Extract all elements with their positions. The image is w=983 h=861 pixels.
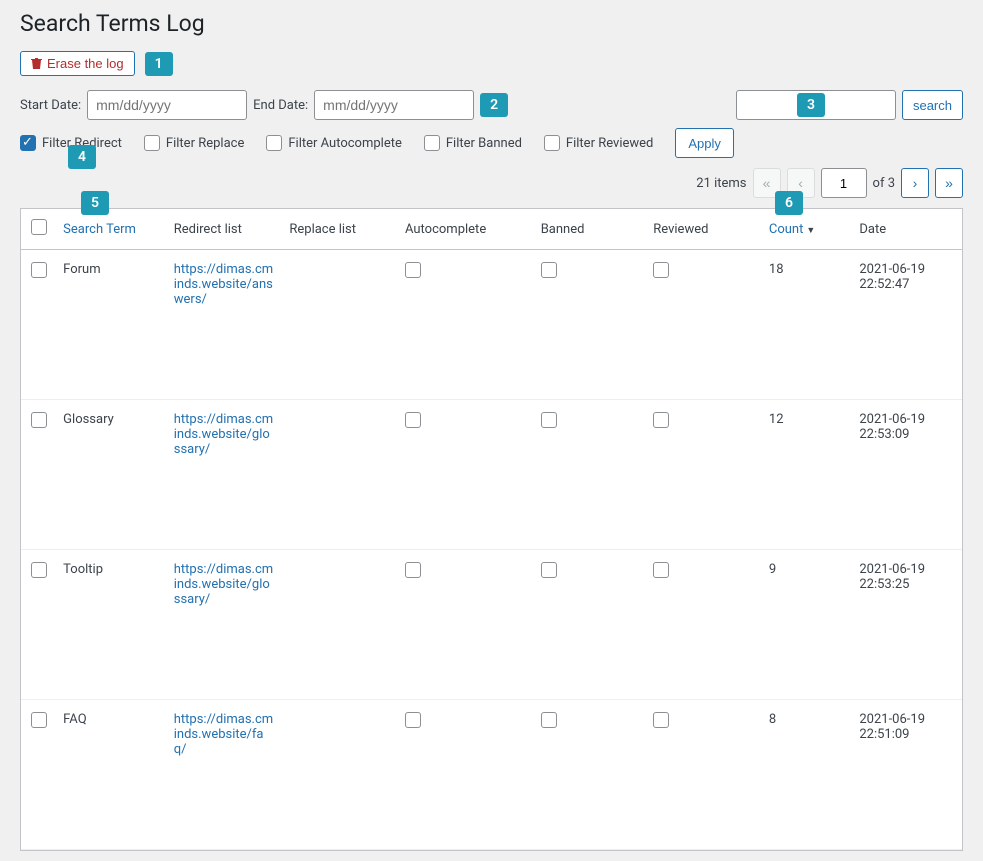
badge-4: 4: [68, 145, 96, 169]
reviewed-checkbox[interactable]: [653, 412, 669, 428]
badge-3: 3: [797, 93, 825, 117]
table-row: Tooltip https://dimas.cminds.website/glo…: [21, 550, 962, 700]
header-reviewed: Reviewed: [645, 209, 761, 250]
badge-1: 1: [145, 52, 173, 76]
reviewed-checkbox[interactable]: [653, 262, 669, 278]
row-checkbox[interactable]: [31, 562, 47, 578]
items-count: 21 items: [696, 176, 746, 191]
cell-replace: [281, 550, 397, 700]
filter-replace-checkbox[interactable]: [144, 135, 160, 151]
cell-redirect: https://dimas.cminds.website/faq/: [166, 700, 282, 850]
cell-reviewed: [645, 400, 761, 550]
page-next-button[interactable]: ›: [901, 168, 929, 198]
cell-redirect: https://dimas.cminds.website/glossary/: [166, 400, 282, 550]
filter-autocomplete-label: Filter Autocomplete: [288, 136, 402, 151]
banned-checkbox[interactable]: [541, 412, 557, 428]
reviewed-checkbox[interactable]: [653, 562, 669, 578]
start-date-input[interactable]: [87, 90, 247, 120]
cell-reviewed: [645, 700, 761, 850]
erase-log-label: Erase the log: [47, 56, 124, 71]
cell-count: 8: [761, 700, 851, 850]
badge-2: 2: [480, 93, 508, 117]
filter-reviewed-label: Filter Reviewed: [566, 136, 653, 151]
row-checkbox[interactable]: [31, 412, 47, 428]
cell-replace: [281, 400, 397, 550]
cell-banned: [533, 250, 646, 400]
header-date: Date: [851, 209, 962, 250]
row-checkbox[interactable]: [31, 262, 47, 278]
search-button[interactable]: search: [902, 90, 963, 120]
autocomplete-checkbox[interactable]: [405, 262, 421, 278]
apply-button[interactable]: Apply: [675, 128, 734, 158]
cell-reviewed: [645, 250, 761, 400]
cell-autocomplete: [397, 400, 533, 550]
badge-6: 6: [775, 191, 803, 215]
header-banned: Banned: [533, 209, 646, 250]
filter-redirect-checkbox[interactable]: [20, 135, 36, 151]
cell-count: 18: [761, 250, 851, 400]
cell-date: 2021-06-19 22:51:09: [851, 700, 962, 850]
cell-reviewed: [645, 550, 761, 700]
filter-banned-checkbox[interactable]: [424, 135, 440, 151]
cell-term: Glossary: [55, 400, 166, 550]
redirect-link[interactable]: https://dimas.cminds.website/answers/: [174, 262, 273, 307]
header-replace: Replace list: [281, 209, 397, 250]
cell-redirect: https://dimas.cminds.website/glossary/: [166, 550, 282, 700]
autocomplete-checkbox[interactable]: [405, 412, 421, 428]
header-redirect: Redirect list: [166, 209, 282, 250]
banned-checkbox[interactable]: [541, 712, 557, 728]
select-all-checkbox[interactable]: [31, 219, 47, 235]
autocomplete-checkbox[interactable]: [405, 562, 421, 578]
banned-checkbox[interactable]: [541, 262, 557, 278]
cell-term: Forum: [55, 250, 166, 400]
cell-replace: [281, 250, 397, 400]
page-title: Search Terms Log: [20, 10, 963, 37]
cell-replace: [281, 700, 397, 850]
end-date-label: End Date:: [253, 98, 308, 113]
table-row: Forum https://dimas.cminds.website/answe…: [21, 250, 962, 400]
page-input[interactable]: [821, 168, 867, 198]
autocomplete-checkbox[interactable]: [405, 712, 421, 728]
header-count[interactable]: Count: [761, 209, 851, 250]
header-autocomplete: Autocomplete: [397, 209, 533, 250]
cell-term: FAQ: [55, 700, 166, 850]
cell-count: 12: [761, 400, 851, 550]
trash-icon: [31, 57, 42, 70]
cell-term: Tooltip: [55, 550, 166, 700]
cell-redirect: https://dimas.cminds.website/answers/: [166, 250, 282, 400]
redirect-link[interactable]: https://dimas.cminds.website/glossary/: [174, 412, 273, 457]
badge-5: 5: [81, 191, 109, 215]
cell-autocomplete: [397, 250, 533, 400]
filter-replace-label: Filter Replace: [166, 136, 244, 151]
erase-log-button[interactable]: Erase the log: [20, 51, 135, 76]
cell-count: 9: [761, 550, 851, 700]
page-last-button[interactable]: »: [935, 168, 963, 198]
row-checkbox[interactable]: [31, 712, 47, 728]
cell-banned: [533, 550, 646, 700]
cell-autocomplete: [397, 700, 533, 850]
redirect-link[interactable]: https://dimas.cminds.website/glossary/: [174, 562, 273, 607]
filter-reviewed-checkbox[interactable]: [544, 135, 560, 151]
page-of-label: of 3: [873, 176, 895, 191]
redirect-link[interactable]: https://dimas.cminds.website/faq/: [174, 712, 273, 757]
reviewed-checkbox[interactable]: [653, 712, 669, 728]
cell-banned: [533, 700, 646, 850]
filter-banned-label: Filter Banned: [446, 136, 522, 151]
end-date-input[interactable]: [314, 90, 474, 120]
cell-banned: [533, 400, 646, 550]
search-terms-table: Search Term Redirect list Replace list A…: [21, 209, 962, 850]
header-search-term[interactable]: Search Term: [55, 209, 166, 250]
cell-date: 2021-06-19 22:52:47: [851, 250, 962, 400]
filter-autocomplete-checkbox[interactable]: [266, 135, 282, 151]
start-date-label: Start Date:: [20, 98, 81, 113]
table-row: Glossary https://dimas.cminds.website/gl…: [21, 400, 962, 550]
cell-date: 2021-06-19 22:53:09: [851, 400, 962, 550]
table-row: FAQ https://dimas.cminds.website/faq/ 8 …: [21, 700, 962, 850]
cell-autocomplete: [397, 550, 533, 700]
banned-checkbox[interactable]: [541, 562, 557, 578]
cell-date: 2021-06-19 22:53:25: [851, 550, 962, 700]
